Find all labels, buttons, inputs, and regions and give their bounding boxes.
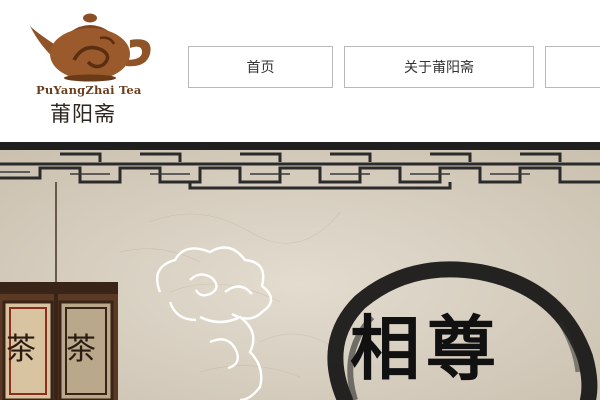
teapot-icon: [30, 13, 151, 82]
lantern-character-right: 茶: [66, 332, 96, 367]
hero-banner[interactable]: 茶 茶 相尊: [0, 142, 600, 400]
nav-home-button[interactable]: 首页: [188, 46, 333, 88]
lantern-character-left: 茶: [6, 332, 36, 367]
site-header: PuYangZhai Tea 莆阳斋 首页 关于莆阳斋: [0, 0, 600, 142]
nav-more-button[interactable]: [545, 46, 600, 88]
logo-chinese-name: 莆阳斋: [50, 102, 116, 126]
nav-about-button[interactable]: 关于莆阳斋: [344, 46, 534, 88]
site-logo[interactable]: PuYangZhai Tea 莆阳斋: [26, 10, 156, 128]
logo-english-name: PuYangZhai Tea: [36, 83, 142, 97]
banner-calligraphy: 相尊: [350, 307, 502, 390]
